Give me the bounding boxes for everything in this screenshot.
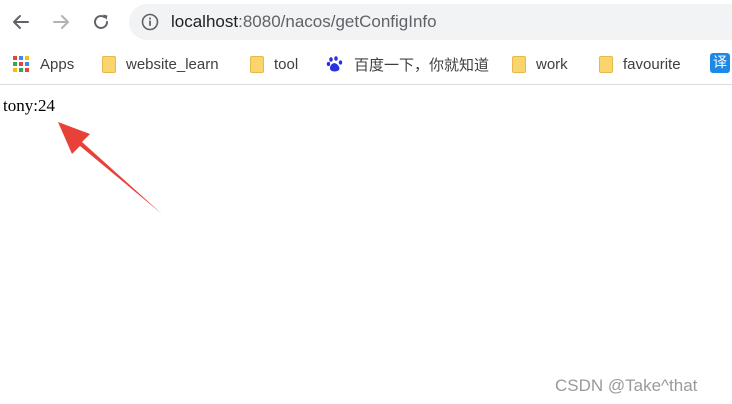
folder-icon [599,55,613,73]
bookmark-apps[interactable]: Apps [12,50,74,78]
url-text[interactable]: localhost:8080/nacos/getConfigInfo [171,4,437,40]
reload-button[interactable] [86,7,116,37]
translate-bookmark-icon[interactable]: 译 [710,53,730,73]
config-info-text: tony:24 [3,96,55,115]
bookmark-label: tool [274,55,299,73]
arrow-left-icon [13,15,29,29]
browser-toolbar: localhost:8080/nacos/getConfigInfo [0,0,732,44]
watermark-text: CSDN @Take^that [555,376,698,395]
bookmark-label: favourite [623,55,681,73]
folder-icon [512,55,526,73]
reload-icon [94,14,108,29]
folder-icon [102,55,116,73]
bookmark-work[interactable]: work [512,50,568,78]
bookmark-baidu[interactable]: 百度一下，你就知道 [326,50,489,78]
bookmarks-bar: Apps website_learn tool 百度一下，你就知道 work f… [0,44,732,85]
bookmark-label: website_learn [126,55,219,73]
folder-icon [250,55,264,73]
arrow-right-icon [53,15,69,29]
apps-grid-icon [12,55,30,73]
url-host: localhost [171,12,239,31]
forward-button[interactable] [46,7,76,37]
bookmark-label: Apps [40,55,75,73]
annotation-arrow-icon [58,122,162,214]
bookmark-favourite[interactable]: favourite [599,50,681,78]
bookmark-label: work [536,55,568,73]
info-circle-icon[interactable] [141,13,159,31]
bookmark-tool[interactable]: tool [250,50,298,78]
bookmark-label: 百度一下，你就知道 [354,56,490,74]
bookmark-website-learn[interactable]: website_learn [102,50,219,78]
back-button[interactable] [6,7,36,37]
address-bar[interactable]: localhost:8080/nacos/getConfigInfo [129,4,732,40]
url-path: :8080/nacos/getConfigInfo [238,12,437,31]
baidu-paw-icon [326,55,344,73]
